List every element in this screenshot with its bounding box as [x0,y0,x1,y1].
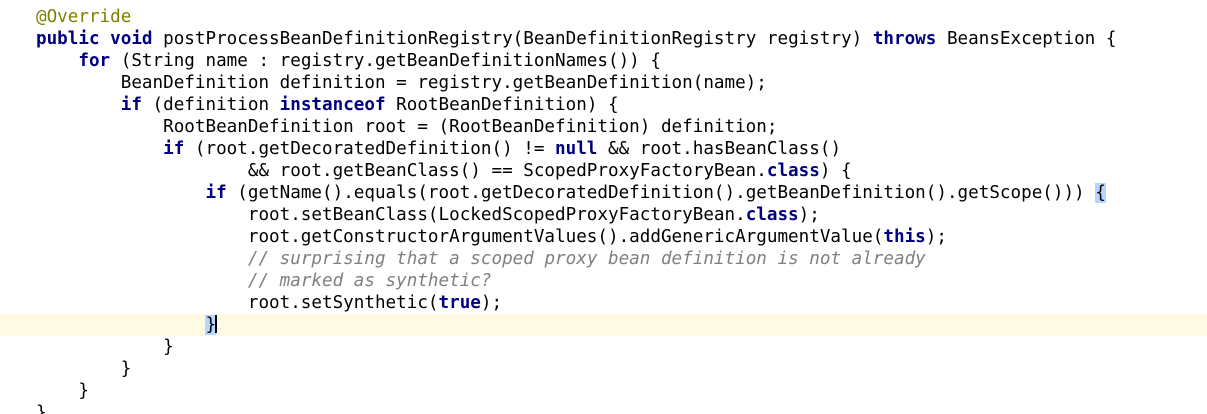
keyword-token: throws [872,29,937,49]
keyword-token: null [555,139,598,159]
matched-brace: { [1095,183,1106,203]
keyword-token: public [36,29,100,49]
text-cursor [215,315,218,333]
code-token: ) { [819,161,852,181]
code-text: // surprising that a scoped proxy bean d… [36,248,926,270]
code-text: root.setBeanClass(LockedScopedProxyFacto… [36,204,820,226]
code-text: } [36,336,174,358]
code-line[interactable]: if (definition instanceof RootBeanDefini… [0,94,1207,116]
comment-token: // marked as synthetic? [247,271,492,291]
code-text: root.setSynthetic(true); [36,292,502,314]
code-token: (definition [141,95,280,115]
keyword-token: if [205,183,227,203]
code-token: ); [798,205,820,225]
code-text: if (definition instanceof RootBeanDefini… [36,94,619,116]
code-text: // marked as synthetic? [36,270,492,292]
code-editor[interactable]: @Override public void postProcessBeanDefi… [0,0,1207,414]
code-token: (root.getDecoratedDefinition() != [184,139,556,159]
code-text: } [36,358,132,380]
code-token: && root.hasBeanClass() [597,139,842,159]
code-text: } [36,314,218,336]
keyword-token: if [120,95,142,115]
code-line[interactable]: // marked as synthetic? [0,270,1207,292]
keyword-token: this [883,227,926,247]
code-line[interactable]: && root.getBeanClass() == ScopedProxyFac… [0,160,1207,182]
code-token: postProcessBeanDefinitionRegistry(BeanDe… [152,29,873,49]
code-token: RootBeanDefinition root = (RootBeanDefin… [36,117,778,137]
code-line[interactable]: // surprising that a scoped proxy bean d… [0,248,1207,270]
code-token: ); [925,227,947,247]
code-line[interactable]: public void postProcessBeanDefinitionReg… [0,28,1207,50]
code-token: } [36,337,174,357]
code-token: root.setSynthetic( [36,293,439,313]
code-text: for (String name : registry.getBeanDefin… [36,50,661,72]
code-line[interactable]: if (root.getDecoratedDefinition() != nul… [0,138,1207,160]
code-token: root.getConstructorArgumentValues().addG… [36,227,884,247]
code-line[interactable]: } [0,336,1207,358]
code-line[interactable]: } [0,402,1207,414]
keyword-token: class [766,161,820,181]
code-token: } [36,403,47,414]
code-line[interactable]: @Override [0,6,1207,28]
code-text: RootBeanDefinition root = (RootBeanDefin… [36,116,777,138]
code-token: (getName().equals(root.getDecoratedDefin… [226,183,1096,203]
code-token: root.setBeanClass(LockedScopedProxyFacto… [36,205,746,225]
code-token: BeansException { [936,29,1117,49]
annotation-token: @Override [36,7,132,27]
code-text: } [36,380,89,402]
code-text: public void postProcessBeanDefinitionReg… [36,28,1116,50]
code-text: @Override [36,6,131,28]
keyword-token: for [78,51,111,71]
code-line[interactable]: RootBeanDefinition root = (RootBeanDefin… [0,116,1207,138]
code-token: && root.getBeanClass() == ScopedProxyFac… [36,161,767,181]
code-line[interactable]: if (getName().equals(root.getDecoratedDe… [0,182,1207,204]
code-text: && root.getBeanClass() == ScopedProxyFac… [36,160,852,182]
keyword-token: void [110,29,153,49]
code-token: (String name : registry.getBeanDefinitio… [110,51,661,71]
code-line[interactable]: root.setBeanClass(LockedScopedProxyFacto… [0,204,1207,226]
code-token: BeanDefinition definition = registry.get… [36,73,767,93]
code-token: } [36,359,132,379]
code-text: } [36,402,47,414]
code-line[interactable]: } [0,358,1207,380]
current-code-line[interactable]: } [0,314,1207,336]
keyword-token: true [438,293,481,313]
comment-token: // surprising that a scoped proxy bean d… [247,249,926,269]
code-line[interactable]: root.getConstructorArgumentValues().addG… [0,226,1207,248]
keyword-token: class [745,205,799,225]
code-text: BeanDefinition definition = registry.get… [36,72,767,94]
code-line[interactable]: BeanDefinition definition = registry.get… [0,72,1207,94]
code-text: root.getConstructorArgumentValues().addG… [36,226,947,248]
code-token: ); [480,293,503,313]
code-line[interactable]: } [0,380,1207,402]
code-token: RootBeanDefinition) { [385,95,619,115]
code-text: if (root.getDecoratedDefinition() != nul… [36,138,841,160]
keyword-token: instanceof [279,95,386,115]
keyword-token: if [163,139,185,159]
code-text: if (getName().equals(root.getDecoratedDe… [36,182,1106,204]
code-line[interactable]: root.setSynthetic(true); [0,292,1207,314]
code-token: } [36,381,89,401]
code-line[interactable]: for (String name : registry.getBeanDefin… [0,50,1207,72]
